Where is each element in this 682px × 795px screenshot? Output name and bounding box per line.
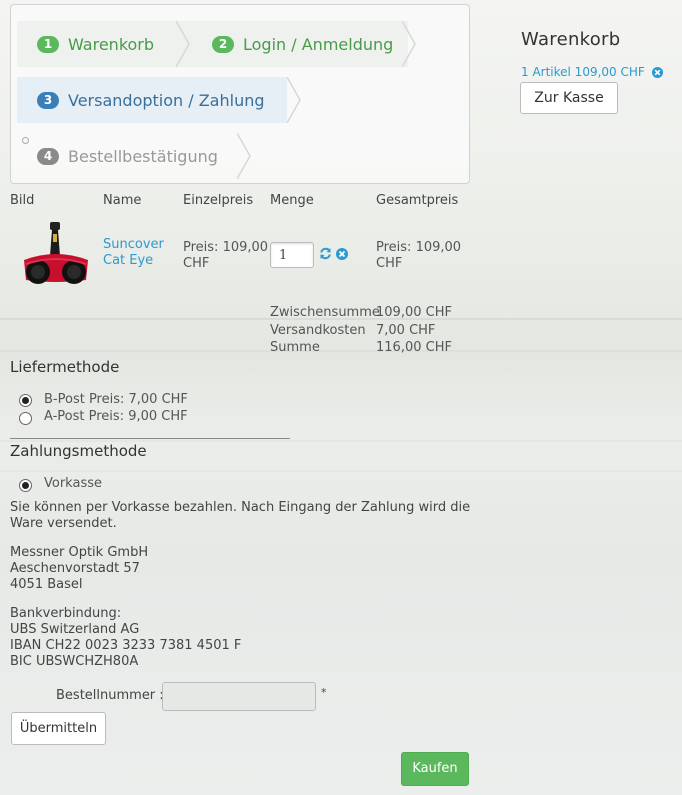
radio-label-prepayment[interactable]: Vorkasse bbox=[44, 476, 102, 491]
quantity-input[interactable] bbox=[270, 242, 314, 268]
radio-a-post[interactable] bbox=[19, 412, 32, 425]
sum-value: 116,00 CHF bbox=[376, 340, 452, 355]
col-header-image: Bild bbox=[10, 193, 35, 208]
submit-button[interactable]: Übermitteln bbox=[11, 712, 106, 745]
chevron-right-icon bbox=[237, 133, 251, 179]
col-header-name: Name bbox=[103, 193, 142, 208]
payment-description-line: Ware versendet. bbox=[10, 516, 117, 531]
bank-line: IBAN CH22 0023 3233 7381 4501 F bbox=[10, 638, 242, 653]
checkout-button[interactable]: Zur Kasse bbox=[520, 82, 618, 114]
subtotal-value: 109,00 CHF bbox=[376, 305, 452, 320]
step-number: 2 bbox=[212, 35, 234, 53]
sidebar-cart-summary[interactable]: 1 Artikel 109,00 CHF bbox=[521, 65, 645, 79]
unit-price-currency: CHF bbox=[183, 256, 210, 271]
col-header-quantity: Menge bbox=[270, 193, 314, 208]
chevron-right-icon bbox=[176, 21, 190, 67]
checkout-steps: 1 Warenkorb 2 Login / Anmeldung 3 Versan… bbox=[10, 4, 470, 184]
unit-price: Preis: 109,00 CHF bbox=[183, 240, 268, 272]
shipping-cost-label: Versandkosten bbox=[270, 323, 366, 338]
step-login[interactable]: 2 Login / Anmeldung bbox=[192, 21, 408, 67]
chevron-right-icon bbox=[402, 21, 416, 67]
remove-icon[interactable] bbox=[652, 67, 663, 78]
sum-label: Summe bbox=[270, 340, 320, 355]
bank-details: Bankverbindung: UBS Switzerland AG IBAN … bbox=[10, 606, 241, 670]
address-line: 4051 Basel bbox=[10, 577, 83, 592]
order-number-input[interactable] bbox=[162, 682, 316, 711]
address-line: Messner Optik GmbH bbox=[10, 545, 149, 560]
remove-icon[interactable] bbox=[336, 248, 348, 260]
step-number: 1 bbox=[37, 35, 59, 53]
step-label: Bestellbestätigung bbox=[68, 146, 218, 166]
bank-line: Bankverbindung: bbox=[10, 606, 122, 621]
product-name-line: Suncover bbox=[103, 237, 164, 252]
total-price-currency: CHF bbox=[376, 256, 403, 271]
step-number: 3 bbox=[37, 91, 59, 109]
radio-prepayment[interactable] bbox=[19, 479, 32, 492]
required-marker: * bbox=[321, 686, 327, 699]
radio-label-b-post[interactable]: B-Post Preis: 7,00 CHF bbox=[44, 392, 188, 407]
col-header-unit-price: Einzelpreis bbox=[183, 193, 254, 208]
payment-description-line: Sie können per Vorkasse bezahlen. Nach E… bbox=[10, 500, 471, 515]
sidebar-cart-title: Warenkorb bbox=[521, 29, 621, 50]
buy-button[interactable]: Kaufen bbox=[401, 752, 469, 786]
step-cart[interactable]: 1 Warenkorb bbox=[17, 21, 192, 67]
step-number: 4 bbox=[37, 147, 59, 165]
bank-line: UBS Switzerland AG bbox=[10, 622, 140, 637]
step-label: Warenkorb bbox=[68, 34, 155, 54]
product-image[interactable] bbox=[20, 220, 92, 294]
col-header-total: Gesamtpreis bbox=[376, 193, 459, 208]
total-price: Preis: 109,00 CHF bbox=[376, 240, 461, 272]
payment-description: Sie können per Vorkasse bezahlen. Nach E… bbox=[10, 500, 470, 532]
product-name-line: Cat Eye bbox=[103, 253, 154, 268]
unit-price-value: Preis: 109,00 bbox=[183, 240, 269, 255]
total-price-value: Preis: 109,00 bbox=[376, 240, 462, 255]
radio-label-a-post[interactable]: A-Post Preis: 9,00 CHF bbox=[44, 409, 188, 424]
step-label: Login / Anmeldung bbox=[243, 34, 394, 54]
radio-b-post[interactable] bbox=[19, 394, 32, 407]
company-address: Messner Optik GmbH Aeschenvorstadt 57 40… bbox=[10, 545, 148, 593]
payment-method-title: Zahlungsmethode bbox=[10, 442, 147, 460]
order-number-label: Bestellnummer : bbox=[56, 688, 164, 703]
step-label: Versandoption / Zahlung bbox=[68, 90, 265, 110]
shipping-cost-value: 7,00 CHF bbox=[376, 323, 436, 338]
step-confirmation[interactable]: 4 Bestellbestätigung bbox=[17, 133, 239, 179]
step-shipping-payment[interactable]: 3 Versandoption / Zahlung bbox=[17, 77, 287, 123]
refresh-icon[interactable] bbox=[319, 247, 332, 260]
product-name-link[interactable]: Suncover Cat Eye bbox=[103, 237, 164, 269]
subtotal-label: Zwischensumme bbox=[270, 305, 380, 320]
divider bbox=[10, 438, 290, 439]
delivery-method-title: Liefermethode bbox=[10, 358, 120, 376]
chevron-right-icon bbox=[287, 77, 301, 123]
address-line: Aeschenvorstadt 57 bbox=[10, 561, 140, 576]
bank-line: BIC UBSWCHZH80A bbox=[10, 654, 139, 669]
